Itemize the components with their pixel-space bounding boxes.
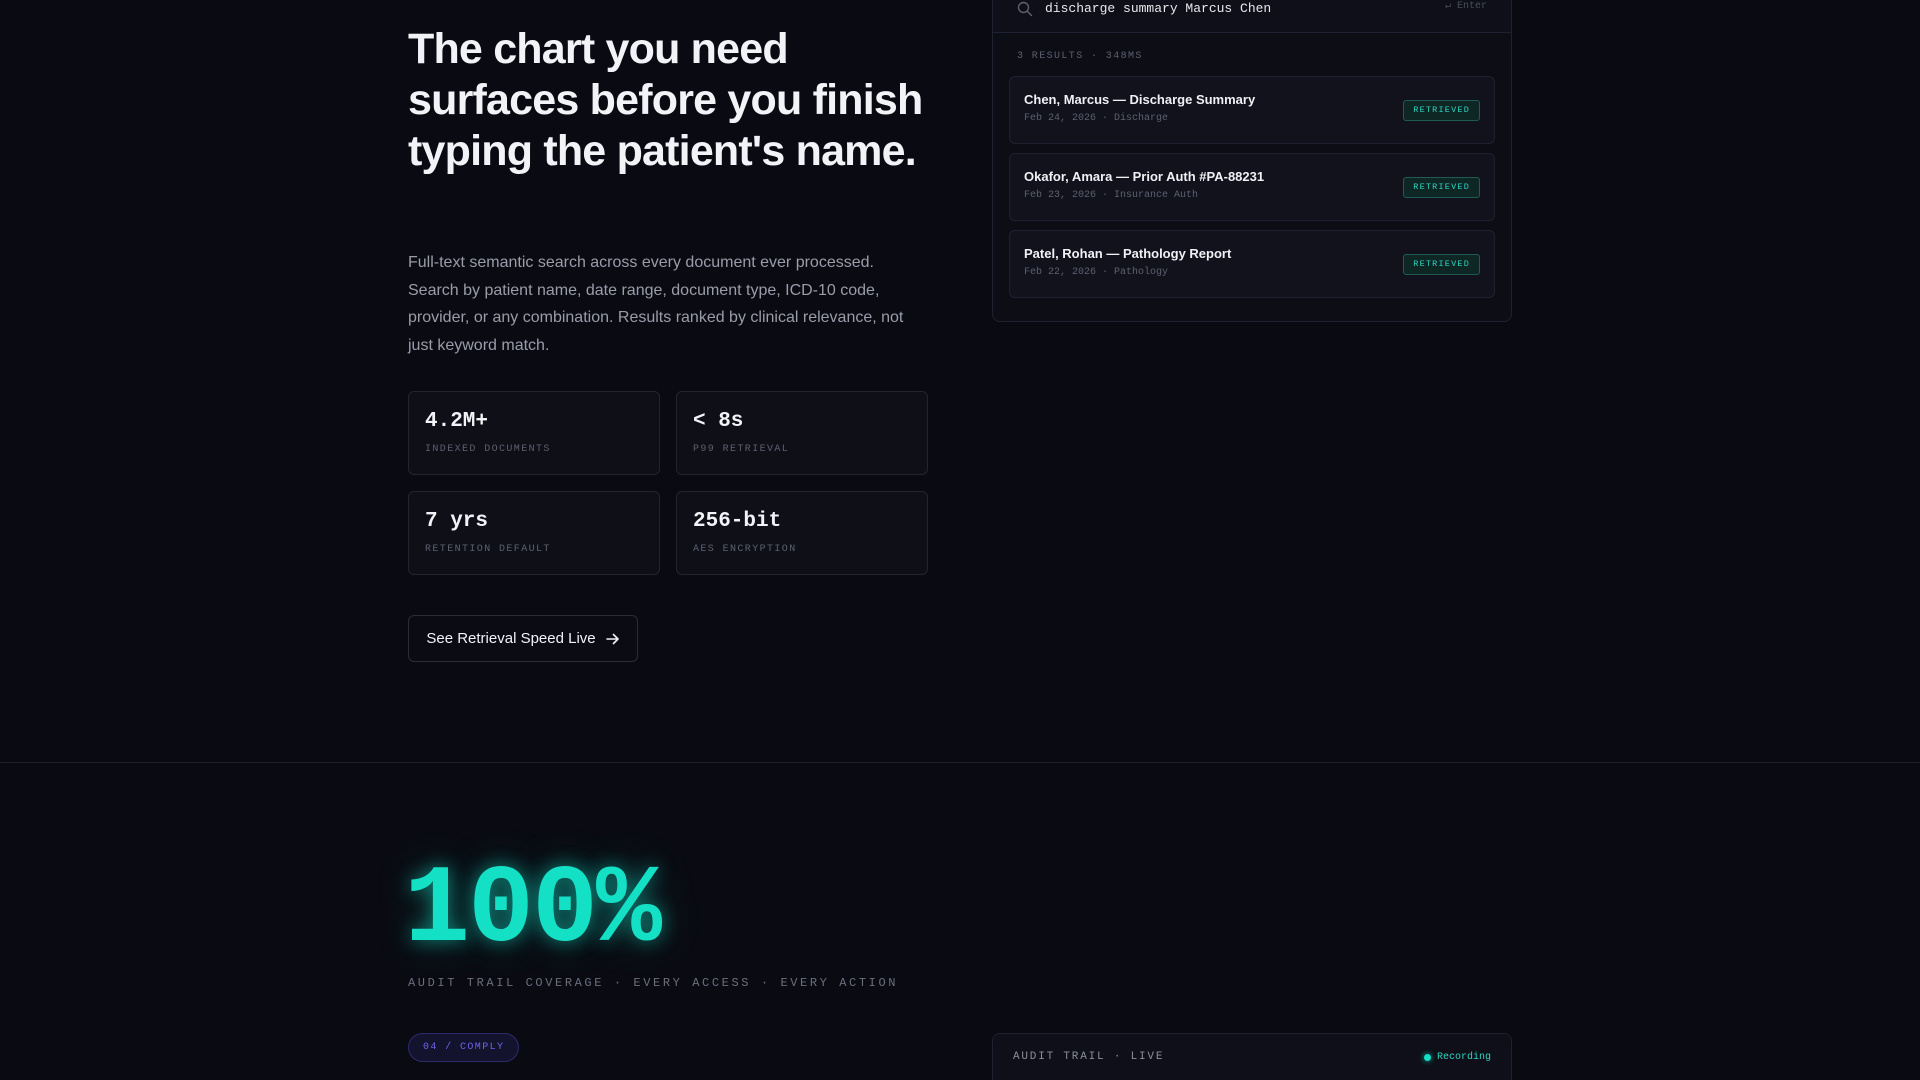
- stat-label: INDEXED DOCUMENTS: [425, 444, 551, 455]
- status-badge: RETRIEVED: [1403, 100, 1480, 121]
- section-pill: 04 / COMPLY: [408, 1033, 520, 1062]
- result-item[interactable]: Okafor, Amara — Prior Auth #PA-88231 Feb…: [1009, 153, 1495, 221]
- stats-grid: 4.2M+ INDEXED DOCUMENTS < 8s P99 RETRIEV…: [408, 391, 928, 575]
- stat-card: < 8s P99 RETRIEVAL: [676, 391, 928, 475]
- status-badge: RETRIEVED: [1403, 177, 1480, 198]
- stat-card: 256-bit AES ENCRYPTION: [676, 491, 928, 575]
- enter-hint: ↵ Enter: [1444, 1, 1487, 12]
- audit-trail-panel: AUDIT TRAIL · LIVE Recording: [992, 1033, 1512, 1080]
- stat-label: AES ENCRYPTION: [693, 544, 797, 555]
- recording-dot-icon: [1423, 1054, 1431, 1061]
- audit-coverage-metric: 100%: [404, 849, 662, 974]
- results-meta: 3 RESULTS · 348MS: [1017, 51, 1143, 62]
- stat-label: P99 RETRIEVAL: [693, 444, 790, 455]
- stat-value: 4.2M+: [425, 410, 489, 433]
- see-retrieval-speed-button[interactable]: See Retrieval Speed Live: [408, 615, 638, 662]
- hero-title: The chart you need surfaces before you f…: [408, 25, 923, 175]
- arrow-right-icon: [605, 633, 620, 645]
- result-item[interactable]: Chen, Marcus — Discharge Summary Feb 24,…: [1009, 76, 1495, 144]
- stat-card: 4.2M+ INDEXED DOCUMENTS: [408, 391, 660, 475]
- recording-status: Recording: [1423, 1052, 1491, 1063]
- audit-panel-title: AUDIT TRAIL · LIVE: [1013, 1051, 1165, 1063]
- audit-coverage-caption: AUDIT TRAIL COVERAGE · EVERY ACCESS · EV…: [408, 976, 899, 990]
- recording-label: Recording: [1436, 1052, 1491, 1063]
- status-badge: RETRIEVED: [1403, 254, 1480, 275]
- cta-label: See Retrieval Speed Live: [426, 630, 596, 647]
- stat-value: 7 yrs: [425, 510, 489, 533]
- section-divider: [0, 762, 1920, 763]
- stat-card: 7 yrs RETENTION DEFAULT: [408, 491, 660, 575]
- search-input[interactable]: [1045, 0, 1385, 19]
- result-item[interactable]: Patel, Rohan — Pathology Report Feb 22, …: [1009, 230, 1495, 298]
- result-list: Chen, Marcus — Discharge Summary Feb 24,…: [1009, 76, 1495, 307]
- hero-description: Full-text semantic search across every d…: [408, 254, 904, 354]
- search-icon: [1017, 1, 1033, 22]
- search-bar: ↵ Enter: [993, 0, 1511, 33]
- stat-value: 256-bit: [693, 510, 782, 533]
- stat-value: < 8s: [693, 410, 744, 433]
- stat-label: RETENTION DEFAULT: [425, 544, 551, 555]
- page: The chart you need surfaces before you f…: [0, 0, 1920, 1080]
- search-panel: ↵ Enter 3 RESULTS · 348MS Chen, Marcus —…: [992, 0, 1512, 322]
